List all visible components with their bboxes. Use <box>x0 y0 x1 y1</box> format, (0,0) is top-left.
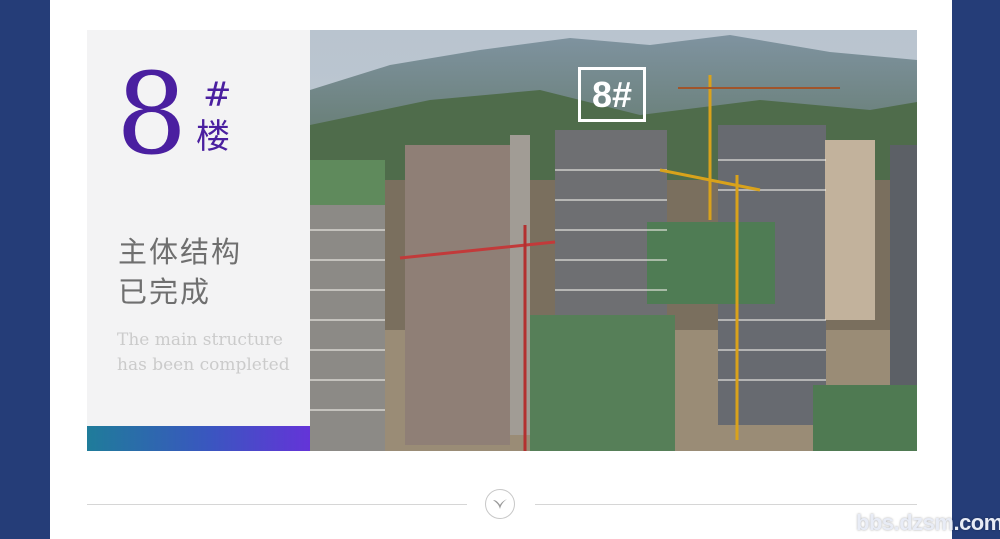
photo-building-tag: 8# <box>578 67 646 122</box>
right-frame <box>952 0 1000 539</box>
building-label: 楼 <box>196 117 230 157</box>
hash-mark: # <box>203 75 232 115</box>
site-watermark: bbs.dzsm.com <box>856 510 1000 535</box>
divider-line <box>87 504 467 505</box>
accent-bar <box>87 426 310 451</box>
left-frame <box>0 0 50 539</box>
status-caption-cn: 主体结构 已完成 <box>118 235 243 309</box>
swallow-icon <box>485 489 515 519</box>
divider-line <box>535 504 917 505</box>
building-number: 8 <box>116 50 188 180</box>
status-caption-en: The main structure has been completed <box>117 330 290 375</box>
